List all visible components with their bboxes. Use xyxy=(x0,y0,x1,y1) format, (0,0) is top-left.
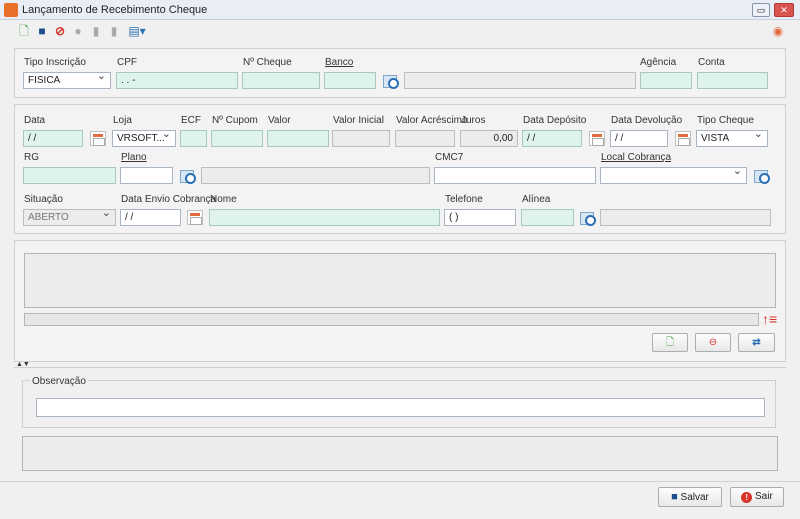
sair-label: Sair xyxy=(754,491,773,502)
data-calendar-icon[interactable] xyxy=(90,131,106,146)
banco-description xyxy=(404,72,636,89)
juros-label: Juros xyxy=(461,115,486,126)
situacao-select: ABERTO xyxy=(23,209,116,226)
data-label: Data xyxy=(24,115,46,126)
plano-label[interactable]: Plano xyxy=(121,152,147,163)
tipo-inscricao-select[interactable]: FISICA xyxy=(23,72,111,89)
valor-inicial-label: Valor Inicial xyxy=(333,115,384,126)
situacao-label: Situação xyxy=(24,194,63,205)
agencia-input[interactable] xyxy=(640,72,692,89)
conta-input[interactable] xyxy=(697,72,768,89)
close-button[interactable]: ✕ xyxy=(774,3,794,17)
tipo-cheque-select[interactable]: VISTA xyxy=(696,130,768,147)
data-envio-cobranca-label: Data Envio Cobrança xyxy=(121,194,217,205)
title-bar: Lançamento de Recebimento Cheque ▭ ✕ xyxy=(0,0,800,20)
exit-icon: ! xyxy=(741,492,753,503)
print-icon[interactable]: ▤▾ xyxy=(124,24,150,38)
cmc7-label: CMC7 xyxy=(435,152,464,163)
nome-input[interactable] xyxy=(209,209,440,226)
num-cheque-label: Nº Cheque xyxy=(243,57,292,68)
data-devolucao-input[interactable]: / / xyxy=(610,130,668,147)
agencia-label: Agência xyxy=(640,57,677,68)
save-icon-footer: ■ xyxy=(671,491,678,503)
data-envio-cobranca-input[interactable]: / / xyxy=(120,209,181,226)
juros-input: 0,00 xyxy=(460,130,518,147)
status-area xyxy=(22,436,778,471)
ecf-input[interactable] xyxy=(180,130,207,147)
plano-search-icon[interactable] xyxy=(179,167,196,184)
save-icon[interactable]: ■ xyxy=(34,24,50,38)
footer-divider xyxy=(0,481,800,482)
num-cupom-input[interactable] xyxy=(211,130,263,147)
new-document-icon[interactable]: 🗋 xyxy=(16,24,32,38)
remove-row-button[interactable]: ⊖ xyxy=(695,333,731,352)
banco-input[interactable] xyxy=(324,72,376,89)
data-devolucao-calendar-icon[interactable] xyxy=(675,131,691,146)
info-icon[interactable]: ◉ xyxy=(770,24,786,38)
local-cobranca-select[interactable] xyxy=(600,167,747,184)
sair-button[interactable]: ! Sair xyxy=(730,487,784,507)
loja-select[interactable]: VRSOFT... xyxy=(112,130,176,147)
observacao-label: Observação xyxy=(30,376,88,387)
data-devolucao-label: Data Devolução xyxy=(611,115,683,126)
comment-icon[interactable]: ● xyxy=(70,24,86,38)
banco-search-icon[interactable] xyxy=(382,72,399,89)
alinea-search-icon[interactable] xyxy=(579,209,596,226)
copy-icon-2[interactable]: ▮ xyxy=(106,24,122,38)
local-cobranca-search-icon[interactable] xyxy=(753,167,770,184)
loja-label: Loja xyxy=(113,115,132,126)
tipo-inscricao-label: Tipo Inscrição xyxy=(24,57,86,68)
data-envio-cobranca-calendar-icon[interactable] xyxy=(187,210,203,225)
banco-label[interactable]: Banco xyxy=(325,57,353,68)
local-cobranca-label[interactable]: Local Cobrança xyxy=(601,152,671,163)
plano-input[interactable] xyxy=(120,167,173,184)
cpf-label: CPF xyxy=(117,57,137,68)
ecf-label: ECF xyxy=(181,115,201,126)
data-deposito-calendar-icon[interactable] xyxy=(589,131,605,146)
data-input[interactable]: / / xyxy=(23,130,83,147)
valor-inicial-input xyxy=(332,130,390,147)
valor-input[interactable] xyxy=(267,130,329,147)
app-icon xyxy=(4,3,18,17)
alinea-input[interactable] xyxy=(521,209,574,226)
horizontal-scrollbar[interactable] xyxy=(24,313,759,326)
copy-icon[interactable]: ▮ xyxy=(88,24,104,38)
telefone-label: Telefone xyxy=(445,194,483,205)
refresh-button[interactable]: ⇄ xyxy=(738,333,775,352)
alinea-label: Alínea xyxy=(522,194,551,205)
valor-acrescimo-input xyxy=(395,130,455,147)
cancel-icon[interactable]: ⊘ xyxy=(52,24,68,38)
conta-label: Conta xyxy=(698,57,725,68)
data-deposito-input[interactable]: / / xyxy=(522,130,582,147)
cpf-input[interactable]: . . - xyxy=(116,72,238,89)
data-grid[interactable] xyxy=(24,253,776,308)
cmc7-input[interactable] xyxy=(434,167,596,184)
telefone-input[interactable]: ( ) xyxy=(444,209,516,226)
data-deposito-label: Data Depósito xyxy=(523,115,587,126)
sort-icon[interactable]: ↑≡ xyxy=(762,311,777,327)
valor-label: Valor xyxy=(268,115,291,126)
add-row-button[interactable]: 🗋 xyxy=(652,333,688,352)
nome-label: Nome xyxy=(210,194,237,205)
valor-acrescimo-label: Valor Acréscimo xyxy=(396,115,468,126)
salvar-button[interactable]: ■ Salvar xyxy=(658,487,722,507)
num-cupom-label: Nº Cupom xyxy=(212,115,258,126)
rg-input[interactable] xyxy=(23,167,116,184)
tipo-cheque-label: Tipo Cheque xyxy=(697,115,754,126)
splitter xyxy=(14,367,786,368)
plano-description xyxy=(201,167,430,184)
observacao-input[interactable] xyxy=(36,398,765,417)
restore-button[interactable]: ▭ xyxy=(752,3,770,17)
salvar-label: Salvar xyxy=(680,492,709,503)
rg-label: RG xyxy=(24,152,39,163)
num-cheque-input[interactable] xyxy=(242,72,320,89)
window-title: Lançamento de Recebimento Cheque xyxy=(22,4,208,16)
alinea-description xyxy=(600,209,771,226)
